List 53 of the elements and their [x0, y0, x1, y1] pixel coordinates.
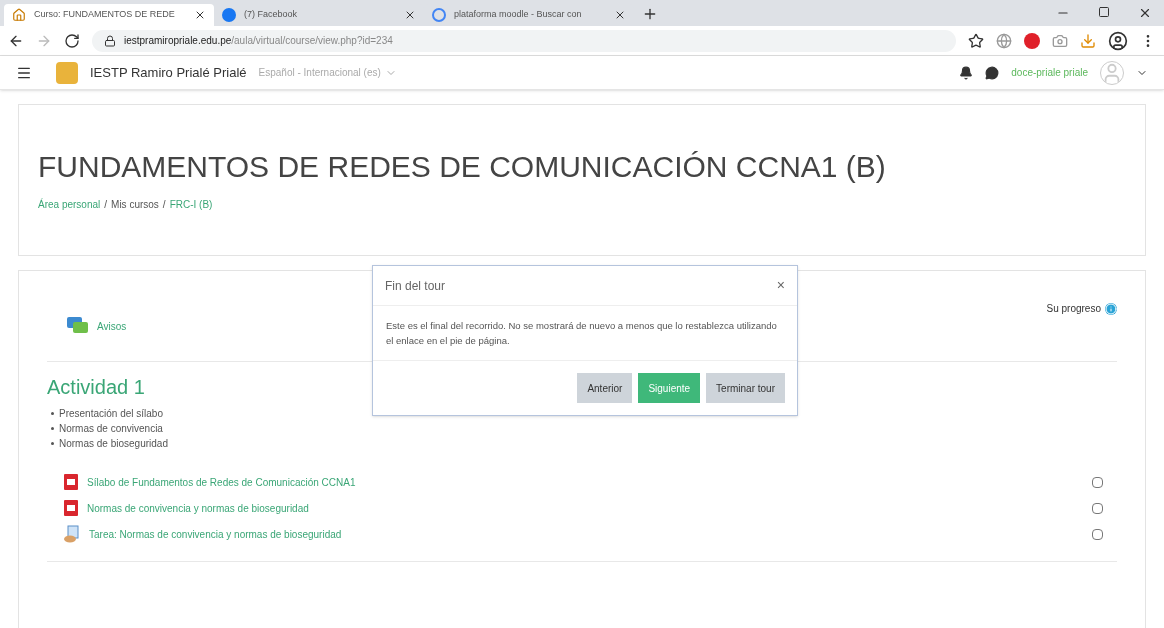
reload-icon[interactable] — [64, 32, 80, 49]
dialog-title: Fin del tour — [385, 277, 446, 295]
bullet-item: Presentación del sílabo — [59, 407, 163, 421]
breadcrumb-separator: / — [104, 198, 108, 212]
close-icon[interactable] — [194, 9, 206, 21]
progress-label: Su progreso — [1046, 301, 1117, 316]
news-link[interactable]: Avisos — [97, 318, 127, 334]
breadcrumb-link[interactable]: Mis cursos — [111, 197, 159, 212]
pdf-file-icon — [63, 473, 79, 491]
profile-icon[interactable] — [1108, 30, 1128, 51]
tab-title: (7) Facebook — [244, 8, 299, 22]
close-icon[interactable] — [614, 9, 626, 21]
section-title: Actividad 1 — [47, 375, 145, 400]
tab-title: Curso: FUNDAMENTOS DE REDE — [34, 8, 176, 22]
close-icon[interactable] — [1138, 6, 1152, 20]
chat-bubbles-icon — [67, 317, 89, 335]
completion-checkbox[interactable] — [1092, 476, 1103, 488]
breadcrumb-separator: / — [162, 198, 166, 212]
breadcrumb-link[interactable]: FRC-I (B) — [169, 197, 213, 212]
lock-icon — [104, 34, 116, 47]
chat-icon[interactable] — [985, 65, 1000, 80]
pdf-file-icon — [63, 499, 79, 517]
activity-link[interactable]: Normas de convivencia y normas de bioseguridad — [87, 500, 1084, 516]
completion-checkbox[interactable] — [1092, 502, 1103, 514]
course-title: FUNDAMENTOS DE REDES DE COMUNICACIÓN CCNA1 (B) — [38, 149, 887, 185]
activity-link[interactable]: Sílabo de Fundamentos de Redes de Comunicación CCNA1 — [87, 474, 1084, 490]
close-button[interactable]: × — [776, 275, 785, 296]
bullet-item: Normas de convivencia — [59, 422, 163, 436]
new-tab-icon[interactable] — [642, 6, 658, 22]
camera-icon[interactable] — [1052, 32, 1068, 49]
dialog-button[interactable]: Terminar tour — [706, 373, 785, 403]
address-bar[interactable]: iestpramiropriale.edu.pe/aula/virtual/course/view.php?id=234 — [92, 29, 956, 52]
document-hand-icon — [63, 525, 81, 543]
url-text: iestpramiropriale.edu.pe/aula/virtual/course/view.php?id=234 — [124, 34, 393, 48]
close-icon[interactable] — [404, 9, 416, 21]
breadcrumb-link[interactable]: Área personal — [38, 197, 101, 212]
dialog-message: Este es el final del recorrido. No se mostrará de nuevo a menos que lo restablezca utilizando el enlace en el pie de página. — [373, 306, 797, 361]
google-icon — [432, 8, 446, 22]
download-icon[interactable] — [1080, 32, 1096, 49]
bullet-item: Normas de bioseguridad — [59, 437, 168, 451]
site-name[interactable]: IESTP Ramiro Prialé Prialé — [90, 62, 247, 83]
info-icon[interactable] — [1105, 302, 1117, 315]
browser-tab[interactable]: Curso: FUNDAMENTOS DE REDE — [4, 4, 214, 26]
bookmark-star-icon[interactable] — [968, 32, 984, 49]
bell-icon[interactable] — [959, 65, 974, 80]
tab-title: plataforma moodle - Buscar con — [454, 8, 583, 22]
activity-link[interactable]: Tarea: Normas de convivencia y normas de bioseguridad — [89, 526, 1084, 542]
completion-checkbox[interactable] — [1092, 528, 1103, 540]
home-icon — [12, 8, 26, 22]
dialog-button[interactable]: Anterior — [577, 373, 633, 403]
maximize-icon[interactable] — [1098, 6, 1110, 18]
globe-icon[interactable] — [996, 32, 1012, 49]
facebook-icon — [222, 8, 236, 22]
